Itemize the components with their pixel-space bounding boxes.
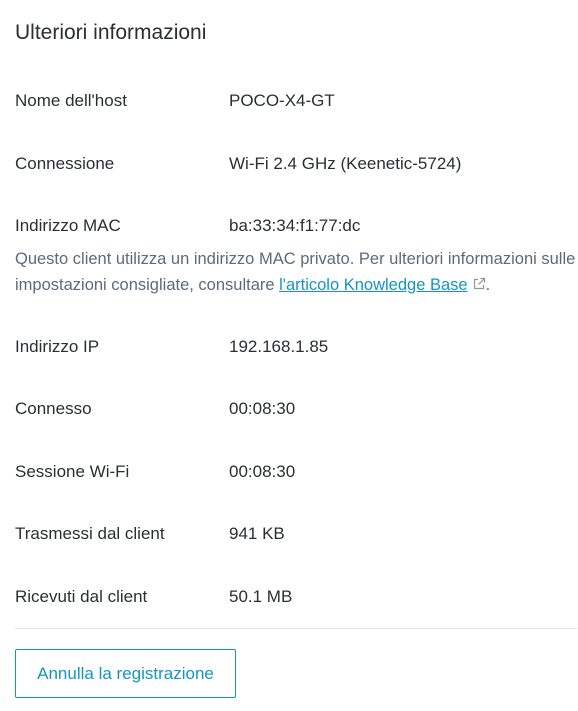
received-label: Ricevuti dal client	[15, 587, 148, 606]
ip-value: 192.168.1.85	[229, 337, 329, 356]
received-value: 50.1 MB	[229, 587, 293, 606]
knowledge-base-link-label[interactable]: l'articolo Knowledge Base	[279, 276, 467, 294]
mac-row: Indirizzo MAC ba:33:34:f1:77:dc	[15, 214, 575, 238]
panel-title: Ulteriori informazioni	[15, 21, 207, 44]
divider	[15, 628, 577, 629]
ip-row: Indirizzo IP 192.168.1.85	[15, 335, 575, 359]
knowledge-base-link[interactable]: l'articolo Knowledge Base	[279, 276, 467, 294]
unregister-button[interactable]: Annulla la registrazione	[15, 649, 236, 698]
sent-label: Trasmessi dal client	[15, 524, 165, 543]
connection-row: Connessione Wi-Fi 2.4 GHz (Keenetic-5724…	[15, 152, 575, 176]
received-row: Ricevuti dal client 50.1 MB	[15, 585, 575, 609]
more-info-panel: Ulteriori informazioni Nome dell'host PO…	[15, 0, 577, 711]
connected-row: Connesso 00:08:30	[15, 397, 575, 421]
mac-label: Indirizzo MAC	[15, 216, 121, 235]
sent-row: Trasmessi dal client 941 KB	[15, 522, 575, 546]
private-mac-note: Questo client utilizza un indirizzo MAC …	[15, 246, 577, 298]
mac-value: ba:33:34:f1:77:dc	[229, 216, 361, 235]
wifi-session-label: Sessione Wi-Fi	[15, 462, 130, 481]
ip-label: Indirizzo IP	[15, 337, 100, 356]
hostname-value: POCO-X4-GT	[229, 91, 335, 110]
wifi-session-value: 00:08:30	[229, 462, 296, 481]
connection-label: Connessione	[15, 154, 115, 173]
hostname-row: Nome dell'host POCO-X4-GT	[15, 89, 575, 113]
sent-value: 941 KB	[229, 524, 285, 543]
connection-value: Wi-Fi 2.4 GHz (Keenetic-5724)	[229, 154, 462, 173]
external-link-icon[interactable]	[472, 273, 486, 290]
connected-value: 00:08:30	[229, 399, 296, 418]
connected-label: Connesso	[15, 399, 92, 418]
wifi-session-row: Sessione Wi-Fi 00:08:30	[15, 460, 575, 484]
private-mac-note-end: .	[485, 276, 491, 294]
hostname-label: Nome dell'host	[15, 91, 127, 110]
